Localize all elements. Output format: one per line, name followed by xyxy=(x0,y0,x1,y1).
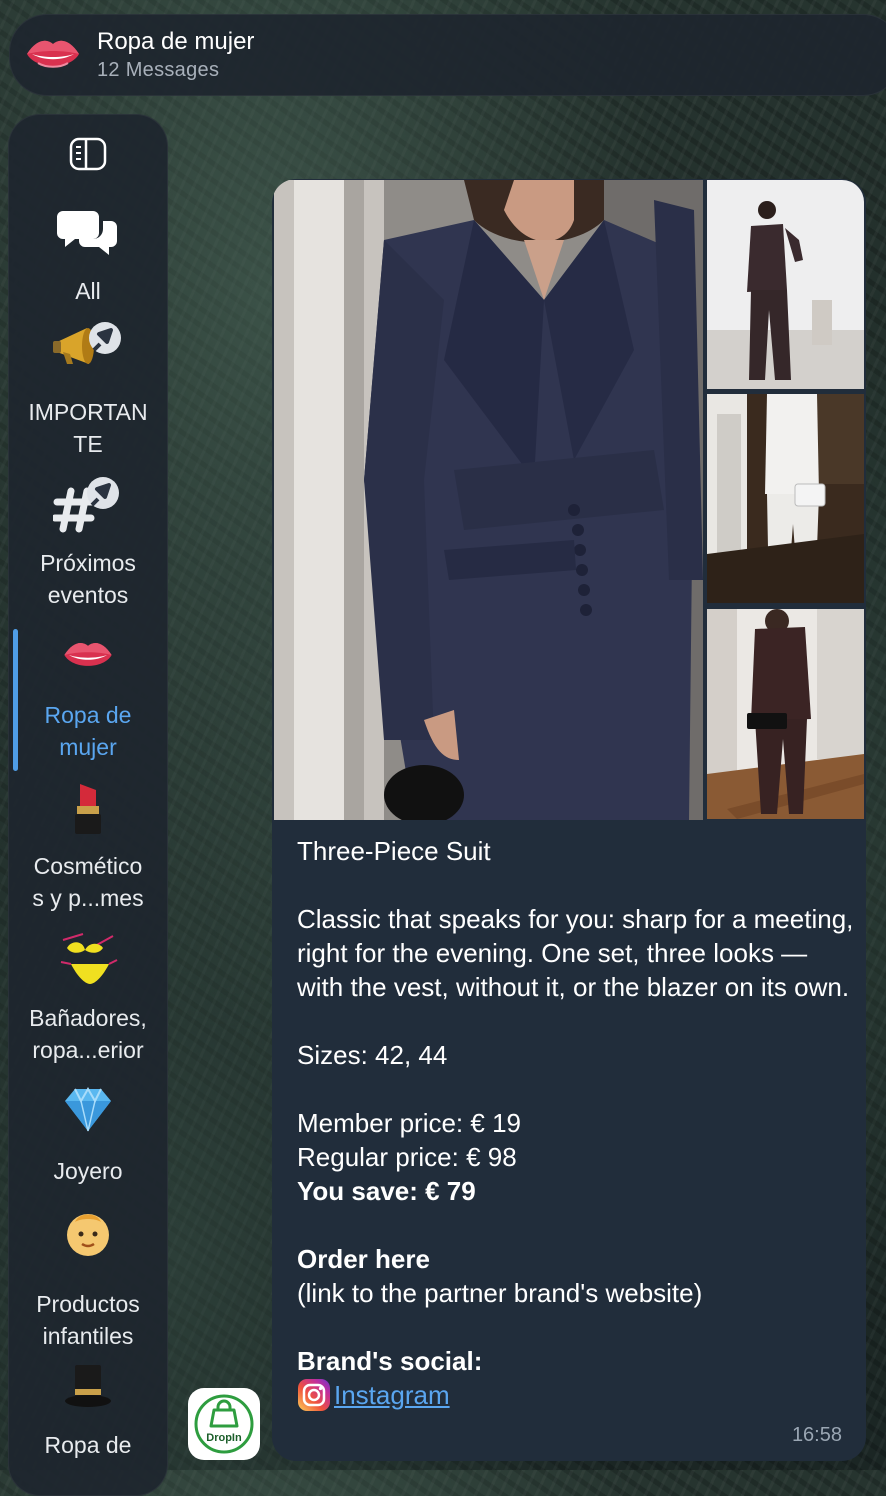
folder-label: infantiles xyxy=(42,1323,134,1349)
gem-icon xyxy=(65,1087,111,1132)
order-heading: Order here xyxy=(297,1244,430,1274)
product-sizes: Sizes: 42, 44 xyxy=(297,1040,448,1070)
dropin-logo: DropIn xyxy=(194,1394,254,1454)
navy-suit-closeup-photo[interactable] xyxy=(274,180,703,820)
chat-bubbles-icon xyxy=(57,211,117,255)
folder-label: Joyero xyxy=(53,1158,123,1184)
lips-icon xyxy=(64,643,112,666)
hashtag-pin-icon xyxy=(53,477,119,533)
folder-label: Cosmético xyxy=(33,853,143,879)
folder-ropa-de-mujer[interactable]: Ropa de mujer xyxy=(9,631,167,781)
message-count: 12 Messages xyxy=(97,59,220,81)
order-note: (link to the partner brand's website) xyxy=(297,1278,703,1308)
folder-label: Ropa de xyxy=(44,1432,132,1458)
megaphone-pin-icon xyxy=(53,322,121,364)
member-price: Member price: € 19 xyxy=(297,1108,521,1138)
folder-banadores[interactable]: Bañadores, ropa...erior xyxy=(9,930,167,1080)
product-title: Three-Piece Suit xyxy=(297,836,491,866)
bikini-icon xyxy=(60,933,118,984)
lipstick-icon xyxy=(75,784,101,834)
instagram-row: Instagram xyxy=(297,1378,857,1412)
lips-icon xyxy=(27,40,79,68)
folder-importante[interactable]: IMPORTAN TE xyxy=(9,320,167,470)
folder-label: Productos xyxy=(36,1291,140,1317)
chat-title: Ropa de mujer xyxy=(97,28,255,55)
folder-label: s y p...mes xyxy=(32,885,144,911)
folder-cosmeticos[interactable]: Cosmético s y p...mes xyxy=(9,780,167,930)
sender-avatar[interactable]: DropIn xyxy=(188,1388,260,1460)
dark-suit-full-photo[interactable] xyxy=(707,180,864,389)
chat-header[interactable]: Ropa de mujer 12 Messages xyxy=(9,14,886,96)
folder-label: IMPORTAN xyxy=(28,399,148,425)
folder-label: All xyxy=(75,278,101,304)
folder-label: ropa...erior xyxy=(32,1037,144,1063)
folder-productos-infantiles[interactable]: Productos infantiles xyxy=(9,1208,167,1358)
message-bubble[interactable]: Three-Piece Suit Classic that speaks for… xyxy=(272,179,866,1461)
folder-proximos-eventos[interactable]: Próximos eventos xyxy=(9,473,167,623)
message-time: 16:58 xyxy=(791,1424,842,1446)
top-hat-icon xyxy=(65,1365,111,1407)
instagram-link[interactable]: Instagram xyxy=(334,1378,450,1412)
folder-ropa-de[interactable]: Ropa de xyxy=(9,1363,167,1473)
white-suit-photo[interactable] xyxy=(707,394,864,603)
folder-label: Próximos xyxy=(40,550,136,576)
folder-label: TE xyxy=(73,431,103,457)
regular-price: Regular price: € 98 xyxy=(297,1142,517,1172)
brown-suit-photo[interactable] xyxy=(707,609,864,819)
baby-icon xyxy=(67,1214,109,1256)
dropin-logo-text: DropIn xyxy=(206,1432,242,1444)
sidebar-toggle-icon[interactable] xyxy=(69,137,107,171)
instagram-icon xyxy=(298,1379,330,1411)
folder-label: mujer xyxy=(59,734,117,760)
message-text: Three-Piece Suit Classic that speaks for… xyxy=(297,834,857,1412)
folder-label: eventos xyxy=(47,582,129,608)
folder-joyero[interactable]: Joyero xyxy=(9,1087,167,1197)
folder-all[interactable]: All xyxy=(9,203,167,313)
folder-label: Ropa de xyxy=(44,702,132,728)
folder-label: Bañadores, xyxy=(29,1005,147,1031)
savings: You save: € 79 xyxy=(297,1176,476,1206)
social-heading: Brand's social: xyxy=(297,1346,483,1376)
product-description: Classic that speaks for you: sharp for a… xyxy=(297,904,854,1002)
folder-sidebar: All IMPORTAN TE Próximos eventos Ropa de… xyxy=(8,114,168,1496)
